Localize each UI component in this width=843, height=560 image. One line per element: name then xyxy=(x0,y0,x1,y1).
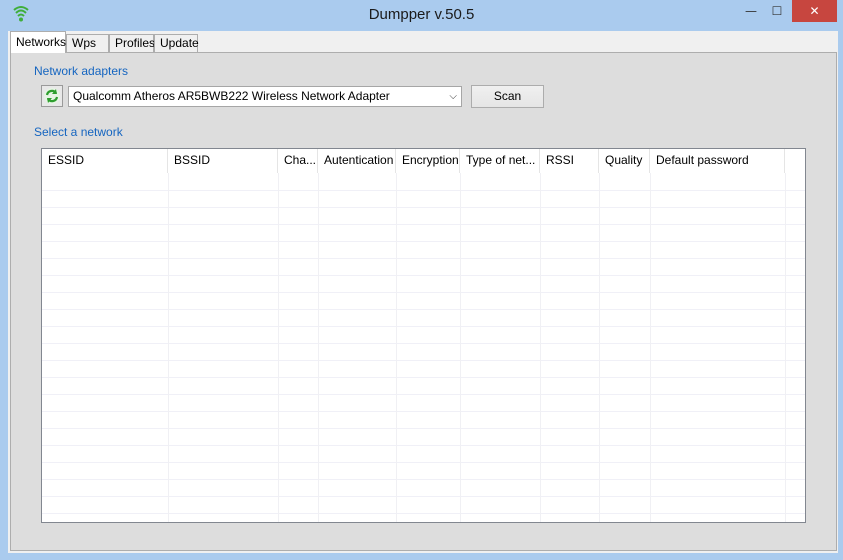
grid-row-line xyxy=(42,513,805,514)
grid-row-line xyxy=(42,496,805,497)
grid-row-line xyxy=(42,394,805,395)
tab-networks[interactable]: Networks xyxy=(10,31,66,53)
grid-row-line xyxy=(42,275,805,276)
grid-column-line xyxy=(460,173,461,522)
column-quality[interactable]: Quality xyxy=(599,149,650,173)
grid-column-line xyxy=(540,173,541,522)
adapter-dropdown[interactable]: Qualcomm Atheros AR5BWB222 Wireless Netw… xyxy=(68,86,462,107)
refresh-adapters-button[interactable] xyxy=(41,85,63,107)
grid-row-line xyxy=(42,258,805,259)
client-area: Networks Wps Profiles Update Network ada… xyxy=(8,31,838,553)
column-bssid[interactable]: BSSID xyxy=(168,149,278,173)
networks-list-header: ESSID BSSID Cha... Autentication Encrypt… xyxy=(42,149,805,173)
grid-column-line xyxy=(168,173,169,522)
networks-panel: Network adapters Qualcomm Atheros AR5BWB… xyxy=(10,52,837,551)
grid-row-line xyxy=(42,292,805,293)
refresh-icon xyxy=(44,88,60,104)
grid-row-line xyxy=(42,479,805,480)
networks-list[interactable]: ESSID BSSID Cha... Autentication Encrypt… xyxy=(41,148,806,523)
grid-row-line xyxy=(42,462,805,463)
tab-strip: Networks Wps Profiles Update xyxy=(8,31,838,53)
grid-column-line xyxy=(650,173,651,522)
title-bar[interactable]: Dumpper v.50.5 — ☐ ✕ xyxy=(0,0,843,30)
grid-column-line xyxy=(278,173,279,522)
tab-update[interactable]: Update xyxy=(154,34,199,53)
grid-row-line xyxy=(42,360,805,361)
grid-row-line xyxy=(42,411,805,412)
grid-row-line xyxy=(42,326,805,327)
adapter-selected-value: Qualcomm Atheros AR5BWB222 Wireless Netw… xyxy=(73,89,390,103)
grid-row-line xyxy=(42,428,805,429)
grid-row-line xyxy=(42,207,805,208)
networks-grid xyxy=(42,173,805,522)
grid-row-line xyxy=(42,445,805,446)
grid-row-line xyxy=(42,377,805,378)
column-network-type[interactable]: Type of net... xyxy=(460,149,540,173)
scan-button[interactable]: Scan xyxy=(471,85,544,108)
grid-row-line xyxy=(42,343,805,344)
grid-column-line xyxy=(318,173,319,522)
grid-row-line xyxy=(42,241,805,242)
tab-profiles[interactable]: Profiles xyxy=(109,34,155,53)
column-default-password[interactable]: Default password xyxy=(650,149,785,173)
grid-column-line xyxy=(599,173,600,522)
minimize-button[interactable]: — xyxy=(739,0,763,22)
grid-row-line xyxy=(42,224,805,225)
grid-column-line xyxy=(785,173,786,522)
window-title: Dumpper v.50.5 xyxy=(368,6,475,23)
column-channel[interactable]: Cha... xyxy=(278,149,318,173)
grid-column-line xyxy=(396,173,397,522)
tab-wps[interactable]: Wps xyxy=(66,34,109,53)
network-adapters-label: Network adapters xyxy=(34,64,129,78)
maximize-button[interactable]: ☐ xyxy=(764,0,790,22)
grid-row-line xyxy=(42,190,805,191)
select-network-label: Select a network xyxy=(34,125,123,139)
chevron-down-icon: ⌵ xyxy=(449,91,457,102)
column-encryption[interactable]: Encryption xyxy=(396,149,460,173)
column-essid[interactable]: ESSID xyxy=(42,149,168,173)
close-button[interactable]: ✕ xyxy=(792,0,837,22)
grid-row-line xyxy=(42,309,805,310)
column-rssi[interactable]: RSSI xyxy=(540,149,599,173)
app-window: Dumpper v.50.5 — ☐ ✕ Networks Wps Profil… xyxy=(0,0,843,560)
column-authentication[interactable]: Autentication xyxy=(318,149,396,173)
column-filler xyxy=(785,149,805,173)
